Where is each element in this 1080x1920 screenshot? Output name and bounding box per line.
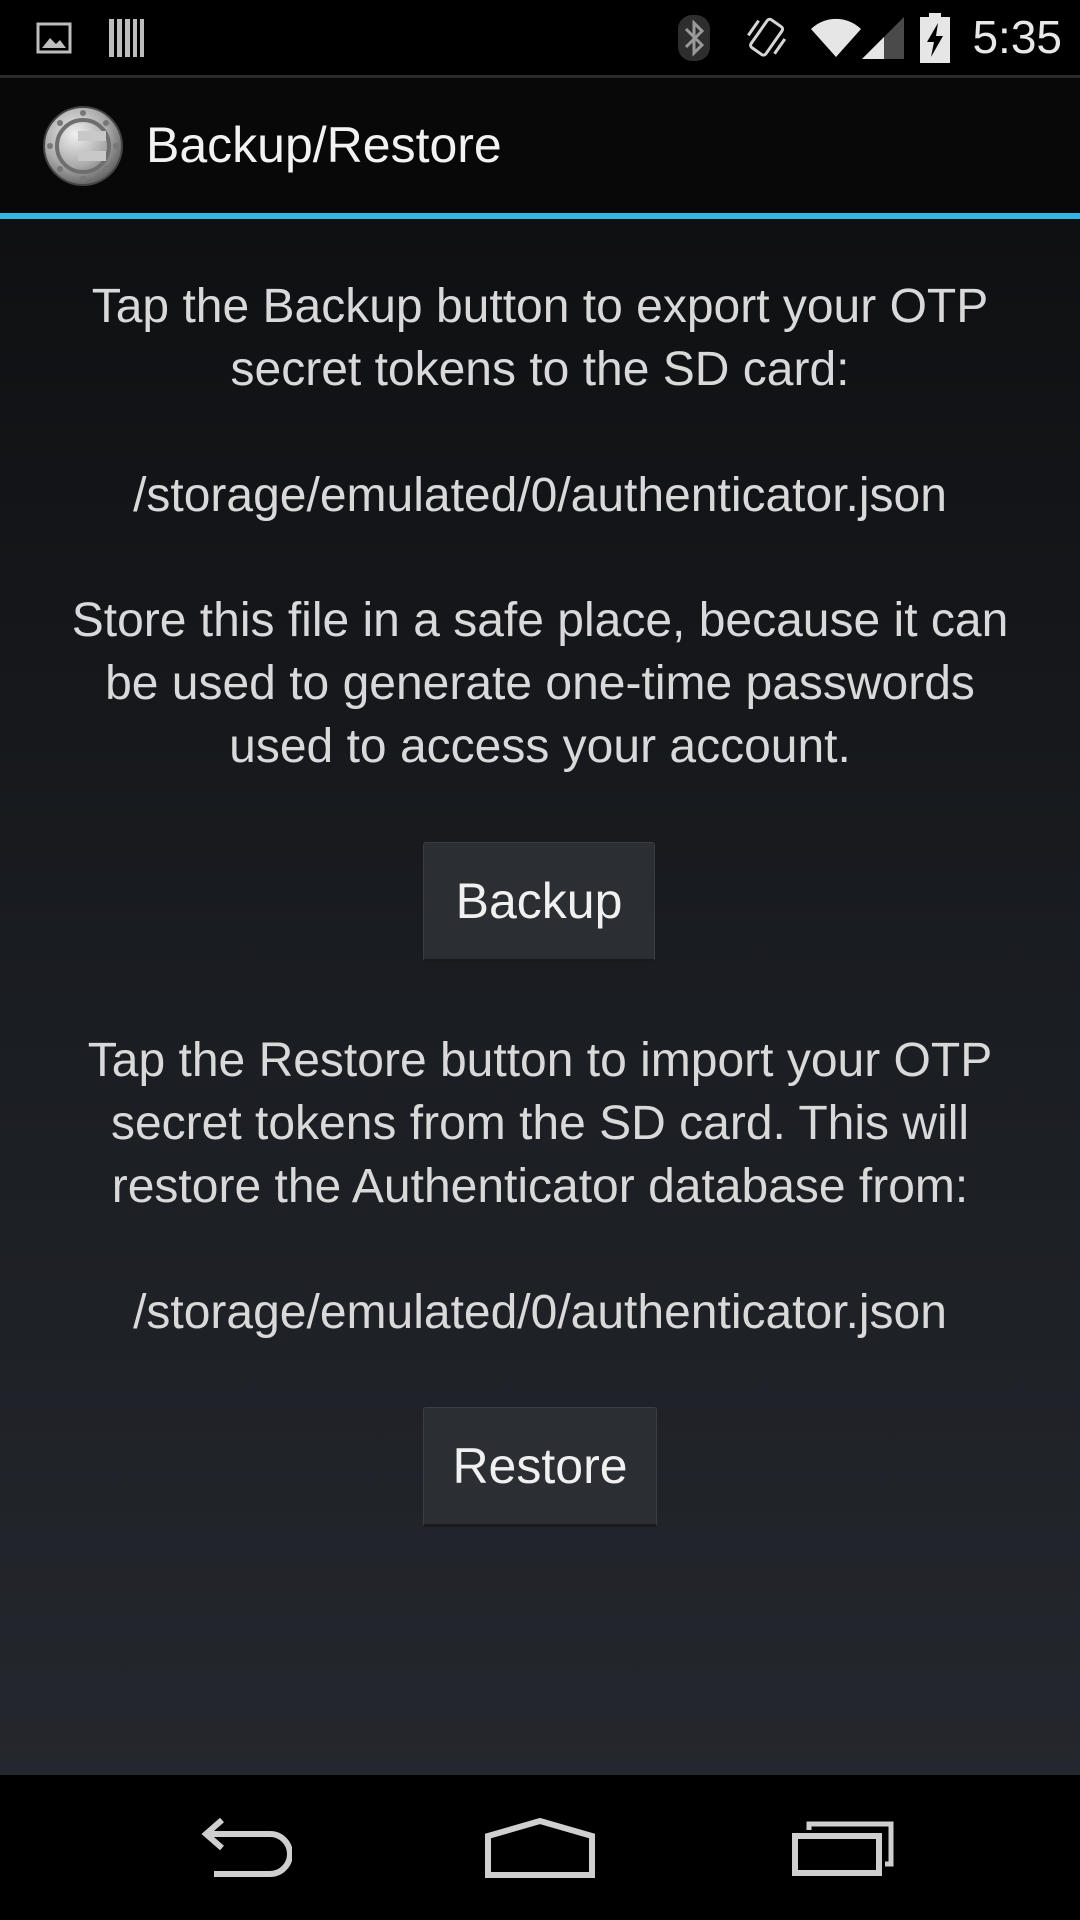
page-title: Backup/Restore bbox=[146, 117, 502, 173]
restore-intro-line: Tap the Restore button to import your OT… bbox=[87, 1034, 993, 1087]
back-icon bbox=[201, 1817, 292, 1877]
warning-line: used to access your account. bbox=[229, 720, 851, 773]
bluetooth-icon bbox=[672, 0, 716, 75]
restore-button[interactable]: Restore bbox=[423, 1407, 657, 1527]
warning-line: Store this file in a safe place, because… bbox=[71, 594, 1009, 647]
recent-apps-icon bbox=[792, 1821, 894, 1876]
status-bar: 5:35 bbox=[0, 0, 1080, 75]
home-button[interactable] bbox=[440, 1775, 640, 1920]
authenticator-logo-icon[interactable] bbox=[42, 105, 124, 187]
vibrate-icon bbox=[738, 0, 794, 75]
restore-intro-line: restore the Authenticator database from: bbox=[111, 1160, 969, 1213]
backup-intro-line: Tap the Backup button to export your OTP bbox=[91, 280, 989, 333]
home-icon bbox=[485, 1817, 595, 1878]
backup-file-path: /storage/emulated/0/authenticator.json bbox=[133, 469, 947, 522]
backup-instructions: Tap the Backup button to export your OTP… bbox=[10, 275, 1070, 401]
security-warning: Store this file in a safe place, because… bbox=[10, 589, 1070, 778]
restore-file-path: /storage/emulated/0/authenticator.json bbox=[133, 1286, 947, 1339]
content-area: Tap the Backup button to export your OTP… bbox=[0, 219, 1080, 1775]
cell-signal-icon bbox=[858, 0, 908, 75]
battery-charging-icon bbox=[918, 0, 952, 75]
restore-instructions: Tap the Restore button to import your OT… bbox=[10, 1029, 1070, 1218]
backup-intro-line: secret tokens to the SD card: bbox=[230, 343, 850, 396]
navigation-bar bbox=[0, 1775, 1080, 1920]
backup-button[interactable]: Backup bbox=[423, 842, 655, 962]
warning-line: be used to generate one-time passwords bbox=[105, 657, 975, 710]
back-button[interactable] bbox=[140, 1775, 340, 1920]
gallery-icon bbox=[34, 0, 74, 75]
recent-apps-button[interactable] bbox=[743, 1775, 943, 1920]
action-bar: Backup/Restore bbox=[0, 78, 1080, 213]
barcode-icon bbox=[106, 0, 146, 75]
restore-intro-line: secret tokens from the SD card. This wil… bbox=[110, 1097, 970, 1150]
status-time: 5:35 bbox=[972, 11, 1062, 63]
wifi-icon bbox=[808, 0, 864, 75]
